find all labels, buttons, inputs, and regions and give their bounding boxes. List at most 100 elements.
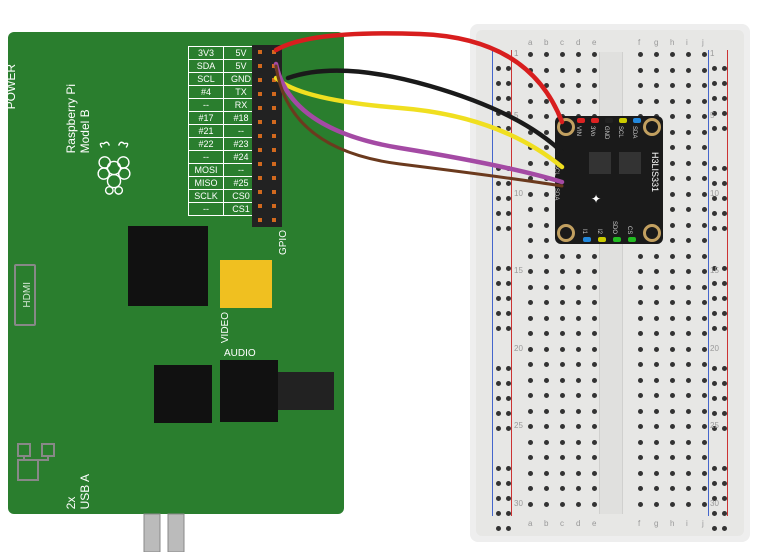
gpio-pin: [258, 148, 262, 152]
column-letter: d: [576, 38, 580, 47]
tie-point: [528, 455, 533, 460]
pin-silk: I2: [596, 229, 602, 234]
tie-point: [686, 238, 691, 243]
tie-point: [560, 254, 565, 259]
gpio-pin: [258, 78, 262, 82]
tie-point: [576, 378, 581, 383]
rail-tie-point: [496, 511, 501, 516]
gpio-pin: [272, 204, 276, 208]
pin-silk: SCL: [617, 126, 623, 138]
stemma-label: SDA: [553, 188, 559, 200]
row-number: 20: [514, 344, 523, 353]
gpio-label: #22: [189, 138, 224, 151]
rail-tie-point: [496, 196, 501, 201]
tie-point: [592, 285, 597, 290]
tie-point: [686, 409, 691, 414]
mounting-hole-icon: [557, 118, 575, 136]
tie-point: [670, 130, 675, 135]
row-number: 15: [514, 266, 523, 275]
tie-point: [560, 486, 565, 491]
tie-point: [576, 316, 581, 321]
tie-point: [638, 409, 643, 414]
tie-point: [702, 176, 707, 181]
tie-point: [654, 254, 659, 259]
tie-point: [702, 238, 707, 243]
rail-tie-point: [496, 211, 501, 216]
regulator-ic: [589, 152, 611, 174]
tie-point: [528, 254, 533, 259]
rail-tie-point: [506, 366, 511, 371]
mounting-hole-icon: [643, 224, 661, 242]
tie-point: [576, 440, 581, 445]
sensor-pad-i2: [598, 237, 606, 242]
row-number: 10: [514, 189, 523, 198]
rail-tie-point: [506, 466, 511, 471]
column-letter: c: [560, 38, 564, 47]
tie-point: [528, 207, 533, 212]
tie-point: [654, 362, 659, 367]
tie-point: [544, 145, 549, 150]
column-letter: j: [702, 519, 704, 528]
tie-point: [528, 347, 533, 352]
tie-point: [654, 316, 659, 321]
tie-point: [528, 440, 533, 445]
tie-point: [592, 471, 597, 476]
row-number: 20: [710, 344, 719, 353]
tie-point: [702, 424, 707, 429]
tie-point: [592, 393, 597, 398]
tie-point: [592, 68, 597, 73]
row-number: 5: [710, 111, 714, 120]
breadboard: aabbccddeeffgghhiijj11551010151520202525…: [470, 24, 750, 542]
rail-tie-point: [722, 181, 727, 186]
gpio-pin: [258, 162, 262, 166]
sensor-pad-sdo: [613, 237, 621, 242]
tie-point: [654, 424, 659, 429]
tie-point: [686, 347, 691, 352]
row-number: 1: [514, 49, 518, 58]
tie-point: [670, 455, 675, 460]
tie-point: [686, 393, 691, 398]
tie-point: [638, 378, 643, 383]
tie-point: [544, 316, 549, 321]
tie-point: [638, 393, 643, 398]
tie-point: [638, 68, 643, 73]
tie-point: [528, 424, 533, 429]
rail-tie-point: [506, 111, 511, 116]
rail-tie-point: [712, 166, 717, 171]
tie-point: [592, 83, 597, 88]
rail-tie-point: [506, 411, 511, 416]
tie-point: [686, 300, 691, 305]
gpio-pin: [258, 204, 262, 208]
rail-tie-point: [506, 281, 511, 286]
rail-tie-point: [722, 111, 727, 116]
column-letter: h: [670, 519, 674, 528]
tie-point: [560, 316, 565, 321]
rail-tie-point: [496, 166, 501, 171]
tie-point: [576, 486, 581, 491]
tie-point: [686, 192, 691, 197]
tie-point: [702, 502, 707, 507]
tie-point: [560, 393, 565, 398]
rail-tie-point: [712, 481, 717, 486]
tie-point: [544, 393, 549, 398]
tie-point: [576, 362, 581, 367]
rail-tie-point: [722, 381, 727, 386]
vcc-rail-line: [511, 50, 512, 516]
board-name: Raspberry PiModel B: [64, 84, 92, 153]
tie-point: [560, 455, 565, 460]
rail-tie-point: [496, 366, 501, 371]
tie-point: [576, 455, 581, 460]
rail-tie-point: [496, 381, 501, 386]
gpio-pin: [258, 120, 262, 124]
ground-rail-line: [708, 50, 709, 516]
tie-point: [528, 471, 533, 476]
rail-tie-point: [712, 466, 717, 471]
wiring-diagram: POWER Raspberry PiModel B HDMI 3V35VSDA5…: [0, 0, 768, 558]
tie-point: [544, 83, 549, 88]
rail-tie-point: [506, 266, 511, 271]
tie-point: [702, 254, 707, 259]
mounting-hole-icon: [643, 118, 661, 136]
rail-tie-point: [722, 226, 727, 231]
pin-silk: VIN: [575, 126, 581, 136]
tie-point: [654, 52, 659, 57]
